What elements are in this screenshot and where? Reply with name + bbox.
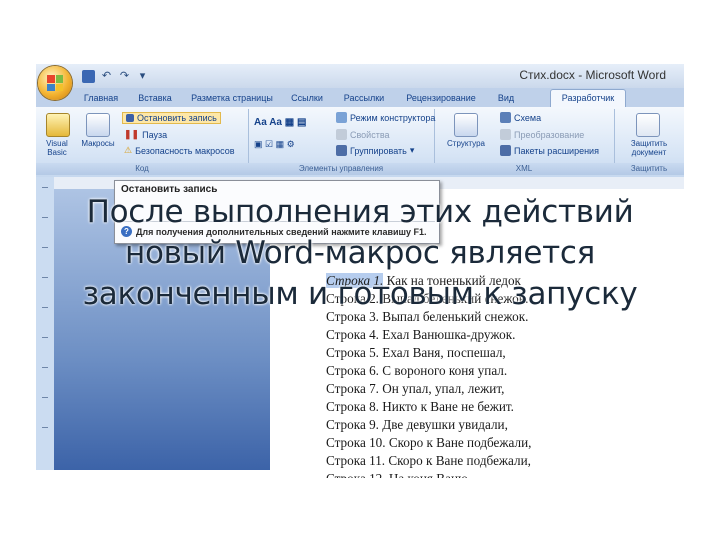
visual-basic-label: Visual Basic: [46, 139, 68, 157]
expansion-packs-icon: [500, 145, 511, 156]
stop-recording-button[interactable]: Остановить запись: [122, 112, 221, 124]
ribbon: Visual Basic Макросы Остановить запись ❚…: [36, 107, 684, 178]
undo-icon[interactable]: ↶: [100, 70, 113, 83]
tab-review[interactable]: Рецензирование: [398, 90, 484, 106]
tab-home[interactable]: Главная: [78, 90, 124, 106]
macros-icon[interactable]: [86, 113, 110, 137]
caption-line-3: законченным и готовым к запуску: [82, 276, 638, 312]
window-title: Стих.docx - Microsoft Word: [519, 68, 666, 82]
expansion-packs-label: Пакеты расширения: [514, 145, 599, 156]
xml-group-label: XML: [434, 163, 614, 175]
picture-controls-row[interactable]: ▣ ☑ ▦ ⚙: [254, 139, 295, 150]
schema-icon: [500, 112, 511, 123]
macro-security-button[interactable]: ⚠ Безопасность макросов: [124, 145, 235, 156]
code-group: Visual Basic Макросы Остановить запись ❚…: [36, 109, 249, 175]
code-group-label: Код: [36, 163, 248, 175]
properties-button[interactable]: Свойства: [336, 129, 390, 140]
transformation-icon: [500, 129, 511, 140]
ruler-tick: [42, 337, 48, 338]
office-logo-icon: [47, 75, 63, 91]
tab-mailings[interactable]: Рассылки: [338, 90, 390, 106]
chevron-down-icon: ▾: [409, 145, 415, 155]
tab-references[interactable]: Ссылки: [286, 90, 328, 106]
text-line: Строка 5. Ехал Ваня, поспешал,: [326, 345, 506, 360]
schema-label: Схема: [514, 112, 542, 123]
group-button[interactable]: Группировать ▾: [336, 145, 414, 156]
text-line: Строка 12. На коня Ваню...: [326, 470, 531, 478]
stop-square-icon: [126, 114, 134, 122]
properties-icon: [336, 129, 347, 140]
ruler-tick: [42, 427, 48, 428]
macro-security-label: Безопасность макросов: [135, 145, 235, 156]
design-mode-label: Режим конструктора: [350, 112, 436, 123]
office-button[interactable]: [38, 66, 72, 100]
schema-button[interactable]: Схема: [500, 112, 541, 123]
stop-recording-label: Остановить запись: [137, 113, 217, 123]
ruler-tick: [42, 397, 48, 398]
group-icon: [336, 145, 347, 156]
tab-insert[interactable]: Вставка: [132, 90, 178, 106]
text-line: Строка 11. Скоро к Ване подбежали,: [326, 453, 531, 468]
warning-icon: ⚠: [124, 145, 133, 155]
lock-document-icon[interactable]: [636, 113, 660, 137]
design-mode-button[interactable]: Режим конструктора: [336, 112, 435, 123]
pause-button[interactable]: ❚❚ Пауза: [124, 129, 167, 140]
tab-view[interactable]: Вид: [492, 90, 520, 106]
title-bar: ↶ ↷ ▾ Стих.docx - Microsoft Word: [36, 64, 684, 88]
text-line: Строка 9. Две девушки увидали,: [326, 417, 508, 432]
controls-group: Aa Aa ▦ ▤ ▣ ☑ ▦ ⚙ Режим конструктора Сво…: [248, 109, 435, 175]
tab-developer[interactable]: Разработчик: [550, 89, 626, 108]
ruler-tick: [42, 367, 48, 368]
protect-group-label: Защитить: [614, 163, 684, 175]
redo-icon[interactable]: ↷: [118, 70, 131, 83]
protect-group: Защитить документ Защитить: [614, 109, 684, 175]
protect-document-label: Защитить документ: [630, 139, 668, 157]
design-mode-icon: [336, 112, 347, 123]
text-line: Строка 4. Ехал Ванюшка-дружок.: [326, 327, 516, 342]
text-line: Строка 10. Скоро к Ване подбежали,: [326, 435, 532, 450]
transformation-button[interactable]: Преобразование: [500, 129, 584, 140]
properties-label: Свойства: [350, 129, 390, 140]
tab-page-layout[interactable]: Разметка страницы: [186, 90, 278, 106]
text-line: Строка 6. С вороного коня упал.: [326, 363, 508, 378]
quick-access-toolbar: ↶ ↷ ▾: [82, 68, 149, 84]
transformation-label: Преобразование: [514, 129, 585, 140]
ruler-tick: [42, 187, 48, 188]
text-line: Строка 7. Он упал, упал, лежит,: [326, 381, 505, 396]
visual-basic-icon[interactable]: [46, 113, 70, 137]
ribbon-tabs: Главная Вставка Разметка страницы Ссылки…: [36, 88, 684, 108]
customize-icon[interactable]: ▾: [136, 70, 149, 83]
slide-caption: После выполнения этих действий новый Wor…: [0, 192, 720, 315]
caption-line-2: новый Word-макрос является: [125, 235, 595, 271]
pause-label: Пауза: [142, 129, 168, 140]
expansion-packs-button[interactable]: Пакеты расширения: [500, 145, 599, 156]
save-icon[interactable]: [82, 69, 95, 83]
macros-label: Макросы: [81, 139, 115, 148]
structure-icon[interactable]: [454, 113, 478, 137]
text-line: Строка 8. Никто к Ване не бежит.: [326, 399, 514, 414]
controls-group-label: Элементы управления: [248, 163, 434, 175]
text-controls-row[interactable]: Aa Aa ▦ ▤: [254, 117, 306, 128]
pause-icon: ❚❚: [124, 129, 140, 139]
group-label: Группировать: [350, 145, 407, 156]
caption-line-1: После выполнения этих действий: [86, 194, 634, 230]
xml-group: Структура Схема Преобразование Пакеты ра…: [434, 109, 615, 175]
structure-label: Структура: [447, 139, 485, 148]
